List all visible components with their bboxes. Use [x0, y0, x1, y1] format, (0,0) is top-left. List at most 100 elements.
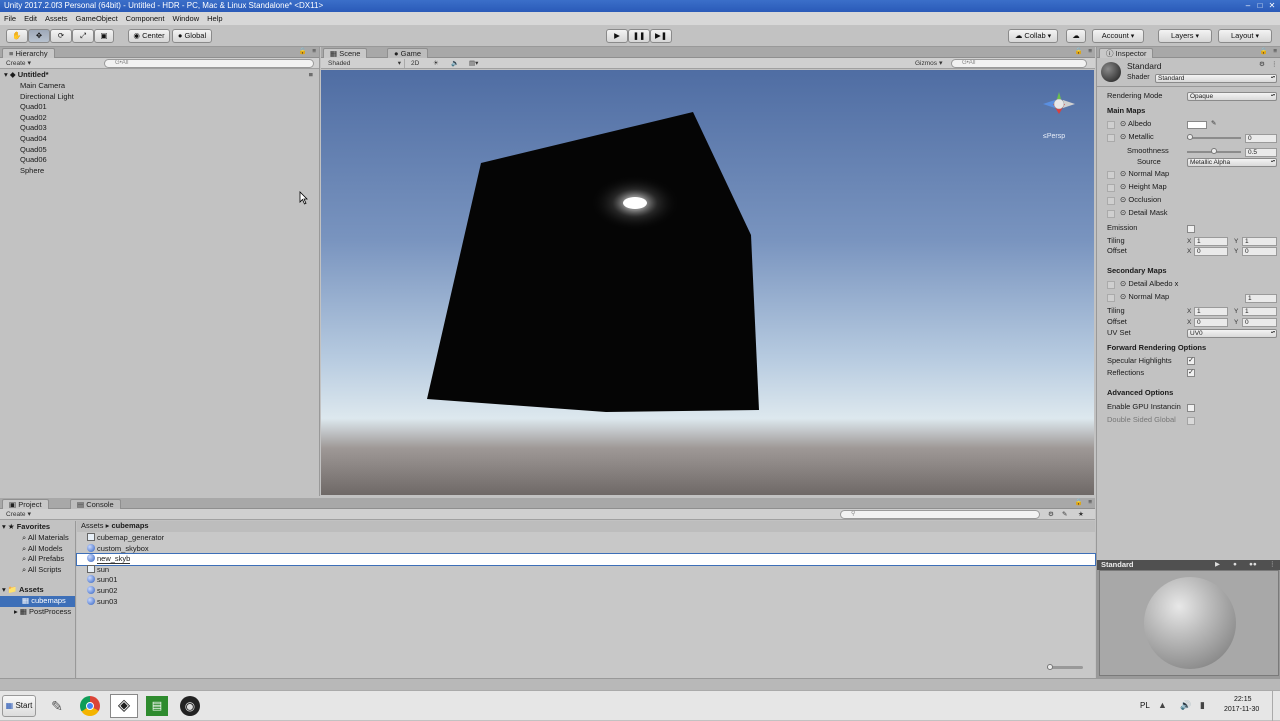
show-desktop-button[interactable]: [1272, 691, 1280, 721]
favorite-item[interactable]: ⌕ All Materials: [0, 533, 75, 544]
layout-dropdown[interactable]: Layout: [1218, 29, 1272, 43]
file-item[interactable]: sun02: [77, 586, 1095, 597]
2d-toggle[interactable]: 2D: [411, 59, 419, 68]
preview-menu-icon[interactable]: ⋮: [1269, 560, 1276, 569]
hierarchy-item[interactable]: Quad01: [0, 102, 319, 113]
normal-map-slot[interactable]: [1107, 171, 1115, 179]
tiling-y-field[interactable]: 1: [1242, 237, 1277, 246]
detail-mask-slot[interactable]: [1107, 210, 1115, 218]
scene-search-input[interactable]: G•All: [951, 59, 1087, 68]
file-item[interactable]: sun: [77, 564, 1095, 576]
preview-play-icon[interactable]: ▶: [1215, 560, 1220, 569]
tab-game[interactable]: ● Game: [387, 48, 429, 58]
pause-button[interactable]: ❚❚: [628, 29, 650, 43]
scene-audio-icon[interactable]: 🔈: [451, 59, 459, 68]
menu-component[interactable]: Component: [122, 12, 169, 25]
hand-tool-button[interactable]: ✋: [6, 29, 28, 43]
favorite-star-icon[interactable]: ★: [1078, 510, 1084, 519]
file-item[interactable]: cubemap_generator: [77, 533, 1095, 544]
file-item[interactable]: sun03: [77, 596, 1095, 608]
start-button[interactable]: ▦ Start: [2, 695, 36, 717]
shading-mode-dropdown[interactable]: Shaded ▾: [323, 59, 405, 68]
detail-normal-scale-field[interactable]: 1: [1245, 294, 1277, 303]
tiling2-y-field[interactable]: 1: [1242, 307, 1277, 316]
pivot-center-button[interactable]: ◉ Center: [128, 29, 170, 43]
preview-shape-icon[interactable]: ●: [1233, 560, 1237, 569]
metallic-value-field[interactable]: 0: [1245, 134, 1277, 143]
shader-dropdown[interactable]: Standard: [1155, 74, 1277, 83]
play-button[interactable]: ▶: [606, 29, 628, 43]
gimp-app-icon[interactable]: ✎: [46, 696, 68, 716]
scene-viewport[interactable]: ≤Persp: [321, 70, 1094, 495]
assets-header[interactable]: ▾ 📁 Assets: [0, 585, 75, 596]
menu-window[interactable]: Window: [168, 12, 203, 25]
chrome-app-icon[interactable]: [80, 696, 100, 716]
emission-checkbox[interactable]: [1187, 225, 1195, 233]
albedo-texture-slot[interactable]: [1107, 121, 1115, 129]
tab-scene[interactable]: ▦ Scene: [323, 48, 368, 58]
specular-highlights-checkbox[interactable]: ✓: [1187, 357, 1195, 365]
rename-input[interactable]: new_skyb: [97, 554, 131, 565]
cloud-services-button[interactable]: ☁: [1066, 29, 1086, 43]
language-indicator[interactable]: PL: [1140, 701, 1150, 710]
albedo-color-swatch[interactable]: [1187, 121, 1207, 129]
file-item[interactable]: new_skyb: [76, 553, 1096, 566]
tree-folder-postprocess[interactable]: ▸ ▦ PostProcess: [0, 607, 75, 618]
tab-hierarchy[interactable]: ≡ Hierarchy: [2, 48, 55, 58]
offset2-y-field[interactable]: 0: [1242, 318, 1277, 327]
metallic-slider[interactable]: [1187, 133, 1241, 143]
double-sided-gi-checkbox[interactable]: [1187, 417, 1195, 425]
collab-dropdown[interactable]: ☁ Collab: [1008, 29, 1058, 43]
smoothness-source-dropdown[interactable]: Metallic Alpha: [1187, 158, 1277, 167]
unity-app-icon[interactable]: ◈: [110, 694, 138, 718]
hierarchy-search-input[interactable]: G•All: [104, 59, 314, 68]
hierarchy-item[interactable]: Quad03: [0, 123, 319, 134]
rendering-mode-dropdown[interactable]: Opaque: [1187, 92, 1277, 101]
tab-console[interactable]: ▤ Console: [70, 499, 121, 509]
tiling-x-field[interactable]: 1: [1194, 237, 1228, 246]
breadcrumb-cubemaps[interactable]: cubemaps: [111, 521, 148, 530]
project-menu-icon[interactable]: ≡: [1088, 498, 1092, 507]
volume-icon[interactable]: 🔊: [1180, 700, 1191, 711]
offset-x-field[interactable]: 0: [1194, 247, 1228, 256]
panel-menu-icon[interactable]: ≡: [312, 47, 316, 56]
smoothness-value-field[interactable]: 0.5: [1245, 148, 1277, 157]
favorites-header[interactable]: ▾ ★ Favorites: [0, 522, 75, 533]
filter-label-icon[interactable]: ✎: [1062, 510, 1067, 519]
projection-label[interactable]: ≤Persp: [1043, 133, 1065, 140]
offset-y-field[interactable]: 0: [1242, 247, 1277, 256]
maximize-icon[interactable]: □: [1254, 0, 1266, 12]
hierarchy-item[interactable]: Quad06: [0, 155, 319, 166]
hierarchy-item[interactable]: Quad02: [0, 113, 319, 124]
component-help-icon[interactable]: ⋮: [1271, 60, 1278, 69]
preview-canvas[interactable]: [1099, 570, 1279, 676]
menu-help[interactable]: Help: [203, 12, 226, 25]
obs-app-icon[interactable]: ◉: [180, 696, 200, 716]
global-space-button[interactable]: ● Global: [172, 29, 212, 43]
filter-type-icon[interactable]: ⚙: [1048, 510, 1054, 519]
scene-lighting-icon[interactable]: ☀: [433, 59, 439, 68]
menu-gameobject[interactable]: GameObject: [72, 12, 122, 25]
scene-menu-icon[interactable]: ≡: [309, 70, 313, 81]
account-dropdown[interactable]: Account: [1092, 29, 1144, 43]
layers-dropdown[interactable]: Layers: [1158, 29, 1212, 43]
rotate-tool-button[interactable]: ⟳: [50, 29, 72, 43]
breadcrumb-assets[interactable]: Assets: [81, 521, 104, 530]
close-icon[interactable]: ✕: [1266, 0, 1278, 12]
hierarchy-item[interactable]: Sphere: [0, 166, 319, 177]
gpu-instancing-checkbox[interactable]: [1187, 404, 1195, 412]
metallic-texture-slot[interactable]: [1107, 134, 1115, 142]
favorite-item[interactable]: ⌕ All Scripts: [0, 565, 75, 576]
eyedropper-icon[interactable]: ✎: [1211, 119, 1216, 128]
project-lock-icon[interactable]: 🔒: [1075, 498, 1083, 507]
hierarchy-item[interactable]: Quad05: [0, 145, 319, 156]
detail-normal-slot[interactable]: [1107, 294, 1115, 302]
hierarchy-create-dropdown[interactable]: Create: [6, 59, 31, 68]
chart-app-icon[interactable]: ▤: [146, 696, 168, 716]
tab-inspector[interactable]: ⓘ Inspector: [1099, 48, 1154, 58]
preview-light-icon[interactable]: ●●: [1249, 560, 1257, 569]
scene-lock-icon[interactable]: 🔒: [1075, 47, 1083, 56]
move-tool-button[interactable]: ✥: [28, 29, 50, 43]
favorite-item[interactable]: ⌕ All Models: [0, 544, 75, 555]
tab-project[interactable]: ▣ Project: [2, 499, 49, 509]
